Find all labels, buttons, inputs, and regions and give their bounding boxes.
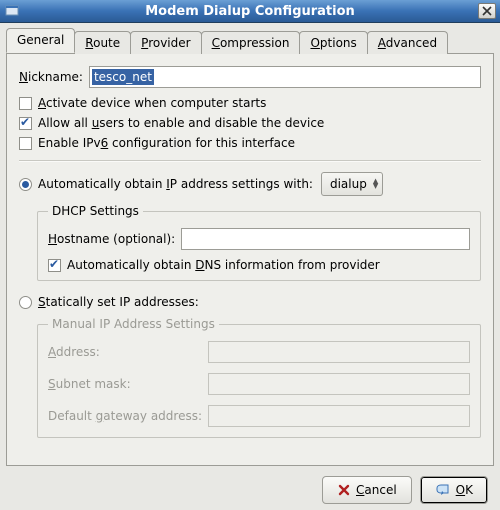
address-row: Address: — [48, 341, 470, 363]
separator — [19, 160, 481, 162]
dialup-combo[interactable]: dialup ▲▼ — [321, 172, 383, 196]
address-input — [208, 341, 470, 363]
activate-on-boot-label: Activate device when computer starts — [38, 96, 266, 110]
activate-on-boot-checkbox[interactable] — [19, 97, 32, 110]
address-label: Address: — [48, 345, 208, 359]
combo-arrows-icon: ▲▼ — [373, 179, 378, 189]
tab-options[interactable]: Options — [299, 31, 367, 54]
client-area: General Route Provider Compression Optio… — [0, 23, 500, 510]
subnet-label: Subnet mask: — [48, 377, 208, 391]
auto-ip-row[interactable]: Automatically obtain IP address settings… — [19, 172, 481, 196]
auto-ip-radio[interactable] — [19, 178, 32, 191]
nickname-input[interactable]: tesco_net — [89, 66, 481, 88]
ok-label: OK — [456, 483, 473, 497]
cancel-label: Cancel — [356, 483, 397, 497]
tab-compression[interactable]: Compression — [201, 31, 301, 54]
subnet-row: Subnet mask: — [48, 373, 470, 395]
static-ip-radio[interactable] — [19, 296, 32, 309]
ipv6-label: Enable IPv6 configuration for this inter… — [38, 136, 295, 150]
dialup-combo-value: dialup — [330, 177, 367, 191]
tab-provider[interactable]: Provider — [130, 31, 201, 54]
cancel-icon — [337, 483, 351, 497]
dhcp-legend: DHCP Settings — [48, 204, 143, 218]
allow-users-label: Allow all users to enable and disable th… — [38, 116, 324, 130]
tab-panel-general: Nickname: tesco_net Activate device when… — [6, 53, 494, 466]
window-close-button[interactable] — [478, 3, 496, 19]
ok-button[interactable]: OK — [420, 476, 488, 504]
manual-ip-legend: Manual IP Address Settings — [48, 317, 219, 331]
ok-icon — [435, 483, 451, 497]
gateway-input — [208, 405, 470, 427]
gateway-row: Default gateway address: — [48, 405, 470, 427]
ipv6-checkbox[interactable] — [19, 137, 32, 150]
auto-ip-label: Automatically obtain IP address settings… — [38, 177, 313, 191]
allow-users-row[interactable]: Allow all users to enable and disable th… — [19, 116, 481, 130]
tab-advanced[interactable]: Advanced — [367, 31, 448, 54]
auto-dns-checkbox[interactable] — [48, 259, 61, 272]
static-ip-label: Statically set IP addresses: — [38, 295, 199, 309]
auto-dns-row[interactable]: Automatically obtain DNS information fro… — [48, 258, 470, 272]
subnet-input — [208, 373, 470, 395]
nickname-row: Nickname: tesco_net — [19, 66, 481, 88]
cancel-button[interactable]: Cancel — [322, 476, 412, 504]
dhcp-settings-group: DHCP Settings Hostname (optional): Autom… — [37, 204, 481, 281]
hostname-row: Hostname (optional): — [48, 228, 470, 250]
auto-dns-label: Automatically obtain DNS information fro… — [67, 258, 380, 272]
static-ip-row[interactable]: Statically set IP addresses: — [19, 295, 481, 309]
window-sys-icon — [4, 3, 20, 19]
gateway-label: Default gateway address: — [48, 409, 208, 423]
tab-route[interactable]: Route — [74, 31, 131, 54]
dialog-buttons: Cancel OK — [6, 466, 494, 504]
nickname-label: Nickname: — [19, 70, 83, 84]
hostname-input[interactable] — [181, 228, 470, 250]
titlebar: Modem Dialup Configuration — [0, 0, 500, 23]
tab-general[interactable]: General — [6, 28, 75, 53]
allow-users-checkbox[interactable] — [19, 117, 32, 130]
window-title: Modem Dialup Configuration — [22, 4, 478, 19]
hostname-label: Hostname (optional): — [48, 232, 175, 246]
tab-strip: General Route Provider Compression Optio… — [6, 29, 494, 53]
ipv6-row[interactable]: Enable IPv6 configuration for this inter… — [19, 136, 481, 150]
activate-on-boot-row[interactable]: Activate device when computer starts — [19, 96, 481, 110]
nickname-value-selected: tesco_net — [92, 69, 154, 85]
manual-ip-group: Manual IP Address Settings Address: Subn… — [37, 317, 481, 438]
